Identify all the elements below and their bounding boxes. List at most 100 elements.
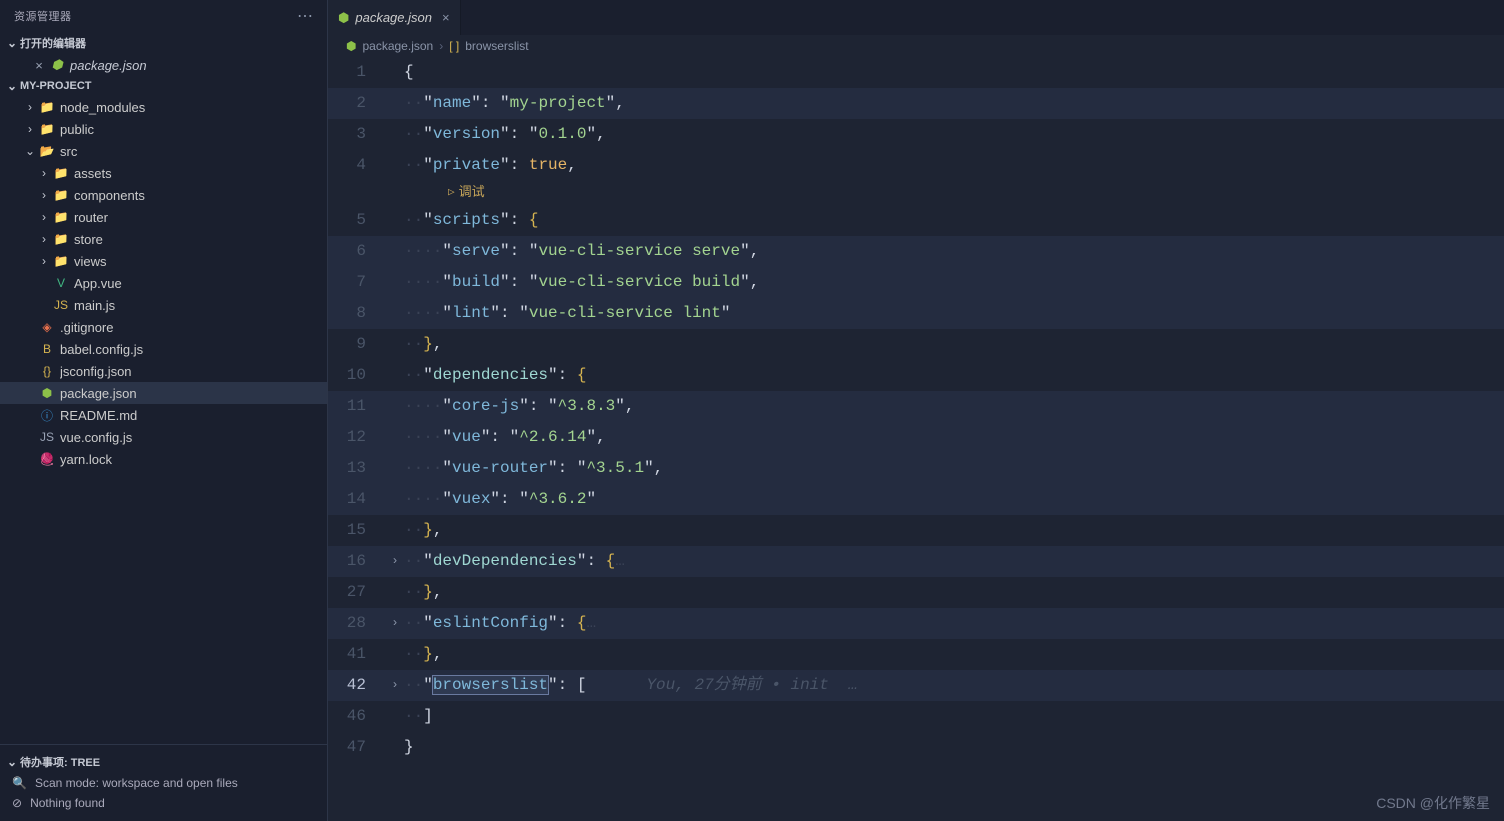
- code-line[interactable]: 12····"vue": "^2.6.14",: [328, 422, 1504, 453]
- tree-item[interactable]: ›📁views: [0, 250, 327, 272]
- chevron-right-icon[interactable]: ›: [36, 254, 52, 268]
- code-content: ····"lint": "vue-cli-service lint": [402, 298, 730, 329]
- fold-spacer: [388, 701, 402, 732]
- tree-item[interactable]: ›📁router: [0, 206, 327, 228]
- fold-spacer: [388, 515, 402, 546]
- tree-item[interactable]: ›📁 components: [0, 184, 327, 206]
- code-line[interactable]: 9··},: [328, 329, 1504, 360]
- tree-item[interactable]: ⌄📂src: [0, 140, 327, 162]
- tree-item-label: public: [60, 122, 94, 137]
- code-content: ··"eslintConfig": {…: [402, 608, 596, 639]
- code-line[interactable]: 47}: [328, 732, 1504, 763]
- code-line[interactable]: 28›··"eslintConfig": {…: [328, 608, 1504, 639]
- folder-icon: 📁: [38, 100, 56, 114]
- nothing-found-label: Nothing found: [30, 796, 105, 810]
- todo-section[interactable]: ⌄ 待办事项: TREE: [0, 751, 327, 773]
- fold-spacer: [388, 360, 402, 391]
- code-content: ··},: [402, 639, 442, 670]
- codelens-debug[interactable]: ▷调试: [328, 181, 1504, 205]
- tree-item-label: components: [74, 188, 145, 203]
- folder-icon: 📁: [52, 210, 70, 224]
- tree-item[interactable]: VApp.vue: [0, 272, 327, 294]
- project-section[interactable]: ⌄ MY-PROJECT: [0, 76, 327, 96]
- js-icon: JS: [38, 430, 56, 444]
- chevron-right-icon[interactable]: ›: [36, 166, 52, 180]
- tree-item[interactable]: JS vue.config.js: [0, 426, 327, 448]
- code-content: ··},: [402, 577, 442, 608]
- tree-item-label: assets: [74, 166, 112, 181]
- breadcrumb-symbol: browserslist: [465, 39, 528, 53]
- fold-icon[interactable]: ›: [388, 670, 402, 701]
- tree-item-label: vue.config.js: [60, 430, 132, 445]
- code-line[interactable]: 13····"vue-router": "^3.5.1",: [328, 453, 1504, 484]
- tree-item[interactable]: JSmain.js: [0, 294, 327, 316]
- code-line[interactable]: 42›··"browserslist": [You, 27分钟前 • init …: [328, 670, 1504, 701]
- explorer-header: 资源管理器 ⋯: [0, 0, 327, 32]
- code-content: ····"vuex": "^3.6.2": [402, 484, 596, 515]
- nothing-found-row[interactable]: ⊘ Nothing found: [0, 793, 327, 813]
- fold-spacer: [388, 267, 402, 298]
- code-line[interactable]: 4 ··"private": true,: [328, 150, 1504, 181]
- code-line[interactable]: 7····"build": "vue-cli-service build",: [328, 267, 1504, 298]
- open-editors-section[interactable]: ⌄ 打开的编辑器: [0, 32, 327, 54]
- tree-item[interactable]: ⓘREADME.md: [0, 404, 327, 426]
- tree-item-label: main.js: [74, 298, 115, 313]
- chevron-right-icon[interactable]: ›: [22, 100, 38, 114]
- open-editor-item[interactable]: × ⬢ package.json: [0, 54, 327, 76]
- tree-item[interactable]: Bbabel.config.js: [0, 338, 327, 360]
- tree-item[interactable]: ›📁store: [0, 228, 327, 250]
- tree-item[interactable]: ›📁public: [0, 118, 327, 140]
- tree-item[interactable]: ⬢package.json: [0, 382, 327, 404]
- fold-icon[interactable]: ›: [388, 546, 402, 577]
- line-number: 15: [328, 515, 388, 546]
- code-line[interactable]: 27··},: [328, 577, 1504, 608]
- code-line[interactable]: 3··"version": "0.1.0",: [328, 119, 1504, 150]
- chevron-right-icon[interactable]: ›: [36, 210, 52, 224]
- line-number: 1: [328, 57, 388, 88]
- tree-item-label: store: [74, 232, 103, 247]
- more-actions-icon[interactable]: ⋯: [297, 6, 313, 26]
- chevron-down-icon: ⌄: [4, 36, 20, 50]
- tree-item[interactable]: {}jsconfig.json: [0, 360, 327, 382]
- npm-icon: ⬢: [38, 386, 56, 400]
- code-line[interactable]: 2··"name": "my-project",: [328, 88, 1504, 119]
- tab-label: package.json: [355, 10, 432, 25]
- code-line[interactable]: 41··},: [328, 639, 1504, 670]
- chevron-down-icon[interactable]: ⌄: [22, 144, 38, 158]
- fold-spacer: [388, 150, 402, 181]
- code-line[interactable]: 8····"lint": "vue-cli-service lint": [328, 298, 1504, 329]
- code-line[interactable]: 10··"dependencies": {: [328, 360, 1504, 391]
- code-line[interactable]: 15··},: [328, 515, 1504, 546]
- tree-item[interactable]: ›📁assets: [0, 162, 327, 184]
- tab-package-json[interactable]: ⬢ package.json ×: [328, 0, 461, 35]
- code-line[interactable]: 14 ····"vuex": "^3.6.2": [328, 484, 1504, 515]
- explorer-sidebar: 资源管理器 ⋯ ⌄ 打开的编辑器 × ⬢ package.json ⌄ MY-P…: [0, 0, 328, 821]
- folder-icon: 📁: [52, 188, 70, 202]
- scan-mode-row[interactable]: 🔍 Scan mode: workspace and open files: [0, 773, 327, 793]
- close-icon[interactable]: ×: [442, 10, 450, 25]
- chevron-right-icon[interactable]: ›: [36, 188, 52, 202]
- chevron-right-icon[interactable]: ›: [22, 122, 38, 136]
- tree-item[interactable]: ◈.gitignore: [0, 316, 327, 338]
- chevron-right-icon[interactable]: ›: [36, 232, 52, 246]
- code-line[interactable]: 1{: [328, 57, 1504, 88]
- code-line[interactable]: 6····"serve": "vue-cli-service serve",: [328, 236, 1504, 267]
- line-number: 14: [328, 484, 388, 515]
- code-editor[interactable]: 1{2··"name": "my-project",3··"version": …: [328, 57, 1504, 821]
- code-line[interactable]: 16›··"devDependencies": {…: [328, 546, 1504, 577]
- tree-item-label: .gitignore: [60, 320, 113, 335]
- open-editors-label: 打开的编辑器: [20, 35, 86, 51]
- code-line[interactable]: 46··]: [328, 701, 1504, 732]
- line-number: 4: [328, 150, 388, 181]
- close-icon[interactable]: ×: [30, 58, 48, 73]
- code-line[interactable]: 5··"scripts": {: [328, 205, 1504, 236]
- breadcrumb[interactable]: ⬢ package.json › [ ] browserslist: [328, 35, 1504, 57]
- babel-icon: B: [38, 342, 56, 356]
- fold-icon[interactable]: ›: [388, 608, 402, 639]
- code-content: ··"private": true,: [402, 150, 577, 181]
- tree-item[interactable]: ›📁node_modules: [0, 96, 327, 118]
- tree-item-label: yarn.lock: [60, 452, 112, 467]
- search-icon: 🔍: [12, 776, 27, 790]
- code-line[interactable]: 11····"core-js": "^3.8.3",: [328, 391, 1504, 422]
- tree-item[interactable]: 🧶yarn.lock: [0, 448, 327, 470]
